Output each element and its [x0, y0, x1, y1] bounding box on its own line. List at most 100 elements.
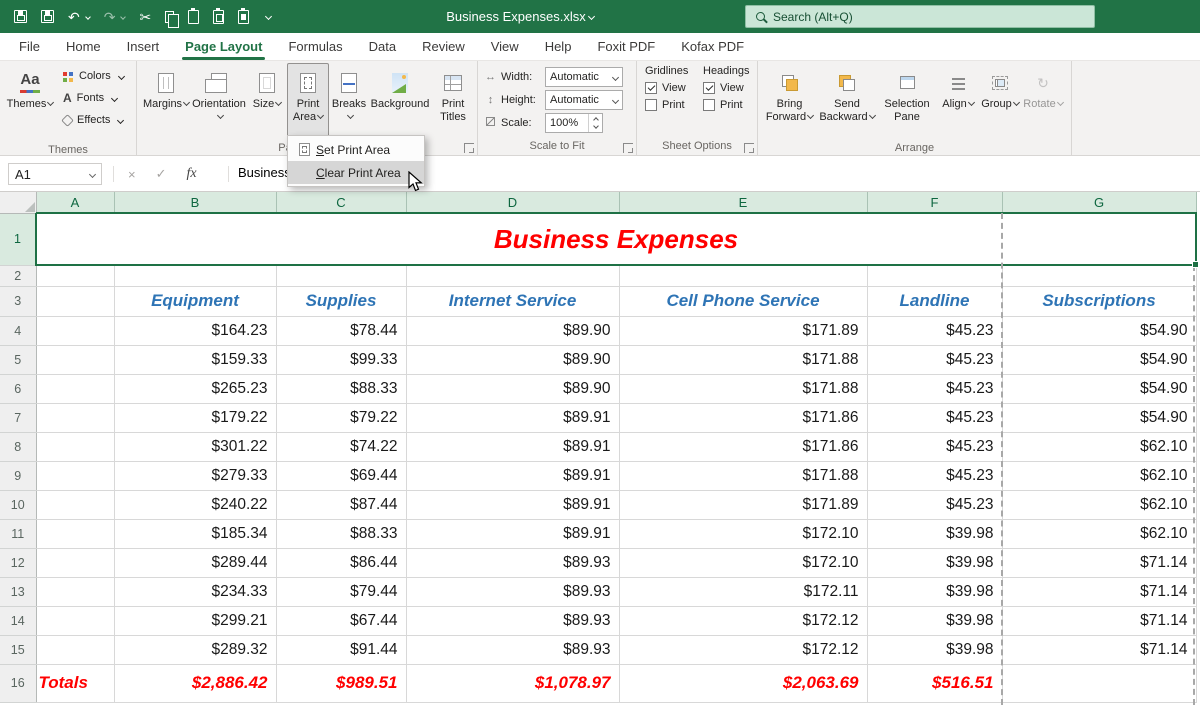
cell[interactable]: $89.93	[406, 635, 620, 665]
cell[interactable]	[867, 265, 1003, 287]
cell[interactable]	[36, 316, 115, 346]
themes-button[interactable]: Aa Themes	[4, 63, 56, 141]
cell[interactable]: Subscriptions	[1002, 286, 1197, 317]
cell[interactable]	[36, 374, 115, 404]
cell[interactable]: $89.91	[406, 461, 620, 491]
search-input[interactable]: Search (Alt+Q)	[745, 5, 1095, 28]
cell[interactable]: $45.23	[867, 374, 1003, 404]
column-header-a[interactable]: A	[36, 192, 115, 214]
cell[interactable]: $159.33	[114, 345, 277, 375]
theme-effects-button[interactable]: Effects	[60, 111, 127, 129]
save-button[interactable]	[14, 10, 27, 23]
cell[interactable]: $87.44	[276, 490, 407, 520]
cell[interactable]	[1002, 265, 1197, 287]
send-backward-button[interactable]: Send Backward	[817, 63, 877, 141]
row-header[interactable]: 12	[0, 548, 37, 578]
cell[interactable]	[1002, 664, 1197, 703]
cell[interactable]: $171.89	[619, 490, 868, 520]
gridlines-print-checkbox[interactable]: Print	[645, 99, 697, 111]
cell[interactable]: $171.89	[619, 316, 868, 346]
row-header[interactable]: 3	[0, 286, 37, 317]
cell[interactable]: $88.33	[276, 519, 407, 549]
cell[interactable]	[36, 577, 115, 607]
row-header[interactable]: 15	[0, 635, 37, 665]
cell[interactable]: $71.14	[1002, 635, 1197, 665]
cell[interactable]: $289.44	[114, 548, 277, 578]
save-as-button[interactable]	[41, 10, 54, 23]
align-button[interactable]: Align	[937, 63, 979, 141]
undo-button[interactable]: ↶	[68, 10, 91, 24]
menu-item-set-print-area[interactable]: Set Print Area	[288, 138, 424, 161]
cell[interactable]: $54.90	[1002, 374, 1197, 404]
menu-item-clear-print-area[interactable]: Clear Print Area	[288, 161, 424, 184]
row-header[interactable]: 2	[0, 265, 37, 287]
cell[interactable]	[36, 490, 115, 520]
row-header[interactable]: 14	[0, 606, 37, 636]
width-select[interactable]: Automatic	[545, 67, 623, 87]
theme-fonts-button[interactable]: A Fonts	[60, 89, 127, 107]
cell[interactable]	[406, 265, 620, 287]
tab-formulas[interactable]: Formulas	[275, 33, 355, 60]
paste-special-button[interactable]	[238, 7, 250, 24]
row-header[interactable]: 6	[0, 374, 37, 404]
cell[interactable]: $89.91	[406, 403, 620, 433]
tab-page-layout[interactable]: Page Layout	[172, 33, 275, 60]
merged-title-cell[interactable]: Business Expenses	[35, 212, 1197, 266]
row-header[interactable]: 9	[0, 461, 37, 491]
group-button[interactable]: Group	[979, 63, 1021, 141]
theme-colors-button[interactable]: Colors	[60, 67, 127, 85]
select-all-corner[interactable]	[0, 192, 37, 214]
cell[interactable]: $171.88	[619, 345, 868, 375]
cell[interactable]: Supplies	[276, 286, 407, 317]
row-header[interactable]: 13	[0, 577, 37, 607]
cell[interactable]: $164.23	[114, 316, 277, 346]
cell[interactable]: $1,078.97	[406, 664, 620, 703]
cell[interactable]: $89.91	[406, 490, 620, 520]
tab-kofax-pdf[interactable]: Kofax PDF	[668, 33, 757, 60]
cell[interactable]	[36, 519, 115, 549]
cell[interactable]: $39.98	[867, 606, 1003, 636]
headings-print-checkbox[interactable]: Print	[703, 99, 755, 111]
cell[interactable]: $89.90	[406, 374, 620, 404]
cell[interactable]: $62.10	[1002, 490, 1197, 520]
cell[interactable]: $39.98	[867, 635, 1003, 665]
tab-view[interactable]: View	[478, 33, 532, 60]
cell[interactable]: $171.86	[619, 403, 868, 433]
cell[interactable]: $99.33	[276, 345, 407, 375]
cell[interactable]: $78.44	[276, 316, 407, 346]
cell[interactable]: $171.88	[619, 461, 868, 491]
cell[interactable]: $234.33	[114, 577, 277, 607]
cell[interactable]	[36, 606, 115, 636]
row-header[interactable]: 4	[0, 316, 37, 346]
fill-handle[interactable]	[1192, 261, 1199, 268]
cell[interactable]: $71.14	[1002, 606, 1197, 636]
cell[interactable]: $179.22	[114, 403, 277, 433]
cell[interactable]: $172.12	[619, 606, 868, 636]
cell[interactable]: $265.23	[114, 374, 277, 404]
rotate-button[interactable]: ↻ Rotate	[1021, 63, 1065, 141]
cell[interactable]: $62.10	[1002, 461, 1197, 491]
cell[interactable]: $172.11	[619, 577, 868, 607]
scale-spinner[interactable]: 100%	[545, 113, 603, 133]
cell[interactable]: $79.22	[276, 403, 407, 433]
background-button[interactable]: Background	[369, 63, 431, 141]
cell[interactable]: $91.44	[276, 635, 407, 665]
cell[interactable]: $240.22	[114, 490, 277, 520]
tab-foxit-pdf[interactable]: Foxit PDF	[584, 33, 668, 60]
cell[interactable]: $39.98	[867, 519, 1003, 549]
tab-help[interactable]: Help	[532, 33, 585, 60]
cell[interactable]: $89.93	[406, 548, 620, 578]
cell[interactable]: Internet Service	[406, 286, 620, 317]
cell[interactable]: Cell Phone Service	[619, 286, 868, 317]
insert-function-button[interactable]: fx	[187, 166, 197, 182]
paste-values-button[interactable]	[213, 7, 225, 24]
cell[interactable]: $2,886.42	[114, 664, 277, 703]
print-area-button[interactable]: Print Area	[287, 63, 329, 141]
row-header[interactable]: 16	[0, 664, 37, 703]
column-header-f[interactable]: F	[867, 192, 1003, 214]
row-header[interactable]: 8	[0, 432, 37, 462]
cell[interactable]: $301.22	[114, 432, 277, 462]
cell[interactable]: $39.98	[867, 548, 1003, 578]
cell[interactable]: $89.90	[406, 316, 620, 346]
cell[interactable]: $172.10	[619, 548, 868, 578]
